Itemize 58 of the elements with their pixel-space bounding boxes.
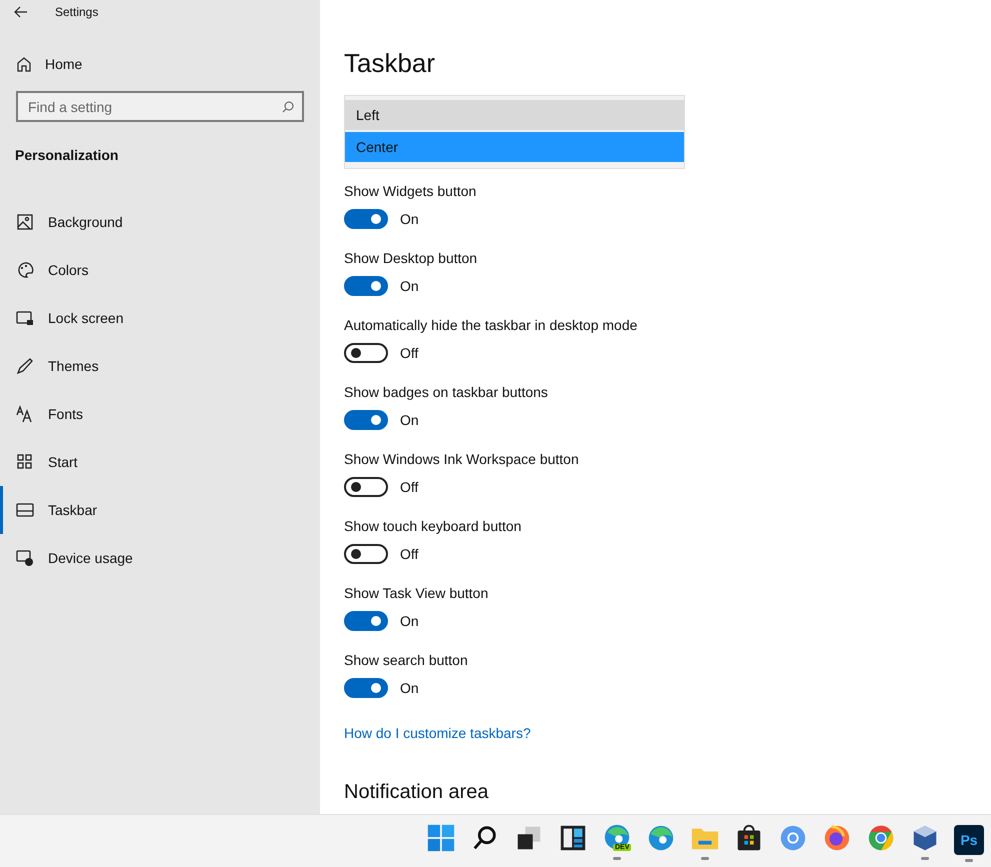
fox-globe-icon <box>822 822 852 853</box>
app-label: Ps <box>960 832 978 848</box>
toggle-state: On <box>400 412 419 428</box>
toggle-switch[interactable] <box>344 544 388 564</box>
toggle-switch[interactable] <box>344 477 388 497</box>
page-title: Taskbar <box>344 48 436 79</box>
help-link[interactable]: How do I customize taskbars? <box>344 725 531 741</box>
start-icon <box>16 453 34 471</box>
search-icon <box>282 101 294 113</box>
sidebar-item[interactable]: Colors <box>0 246 320 294</box>
running-indicator <box>613 856 621 860</box>
window-title: Settings <box>55 5 98 19</box>
setting-label: Show Desktop button <box>344 250 478 266</box>
search-field[interactable]: Find a setting <box>16 91 304 122</box>
themes-icon <box>16 357 34 375</box>
sidebar-item[interactable]: Themes <box>0 342 320 390</box>
running-indicator <box>921 856 929 860</box>
setting-label: Show Windows Ink Workspace button <box>344 451 580 467</box>
setting-label: Automatically hide the taskbar in desktop mode <box>344 317 638 333</box>
toggle-state: On <box>400 278 419 294</box>
sidebar-item[interactable]: Device usage <box>0 534 320 582</box>
running-indicator <box>701 856 709 860</box>
toggle-switch[interactable] <box>344 276 388 296</box>
setting-label: Show badges on taskbar buttons <box>344 384 549 400</box>
setting-label: Show touch keyboard button <box>344 518 522 534</box>
taskbar-icon <box>16 501 34 519</box>
toggle-switch[interactable] <box>344 678 388 698</box>
section-heading: Personalization <box>15 147 120 163</box>
setting-label: Show Task View button <box>344 585 490 601</box>
home-icon <box>16 56 32 72</box>
background-icon <box>16 213 34 231</box>
setting-label: Show Widgets button <box>344 183 478 199</box>
fonts-icon <box>16 405 34 423</box>
toggle-state: Off <box>400 479 418 495</box>
sidebar-item[interactable]: Background <box>0 198 320 246</box>
toggle-switch[interactable] <box>344 209 388 229</box>
setting-label: Show search button <box>344 652 469 668</box>
section-heading: Notification area <box>344 781 490 804</box>
toggle-state: Off <box>400 345 418 361</box>
sidebar-item[interactable]: Lock screen <box>0 294 320 342</box>
lock-icon <box>16 309 34 327</box>
back-arrow-icon[interactable] <box>14 6 28 18</box>
windows-logo-icon <box>426 822 456 853</box>
toggle-state: On <box>400 613 419 629</box>
dropdown-option[interactable]: Center <box>345 132 684 162</box>
toggle-switch[interactable] <box>344 343 388 363</box>
sidebar-item[interactable]: Fonts <box>0 390 320 438</box>
toggle-state: On <box>400 680 419 696</box>
toggle-state: On <box>400 211 419 227</box>
dropdown-option[interactable]: Left <box>345 100 684 130</box>
toggle-switch[interactable] <box>344 410 388 430</box>
running-indicator <box>965 858 973 862</box>
colors-icon <box>16 261 34 279</box>
toggle-state: Off <box>400 546 418 562</box>
home-nav-item[interactable]: Home <box>16 56 320 72</box>
device-icon <box>16 549 34 567</box>
toggle-switch[interactable] <box>344 611 388 631</box>
sidebar-item[interactable]: Start <box>0 438 320 486</box>
